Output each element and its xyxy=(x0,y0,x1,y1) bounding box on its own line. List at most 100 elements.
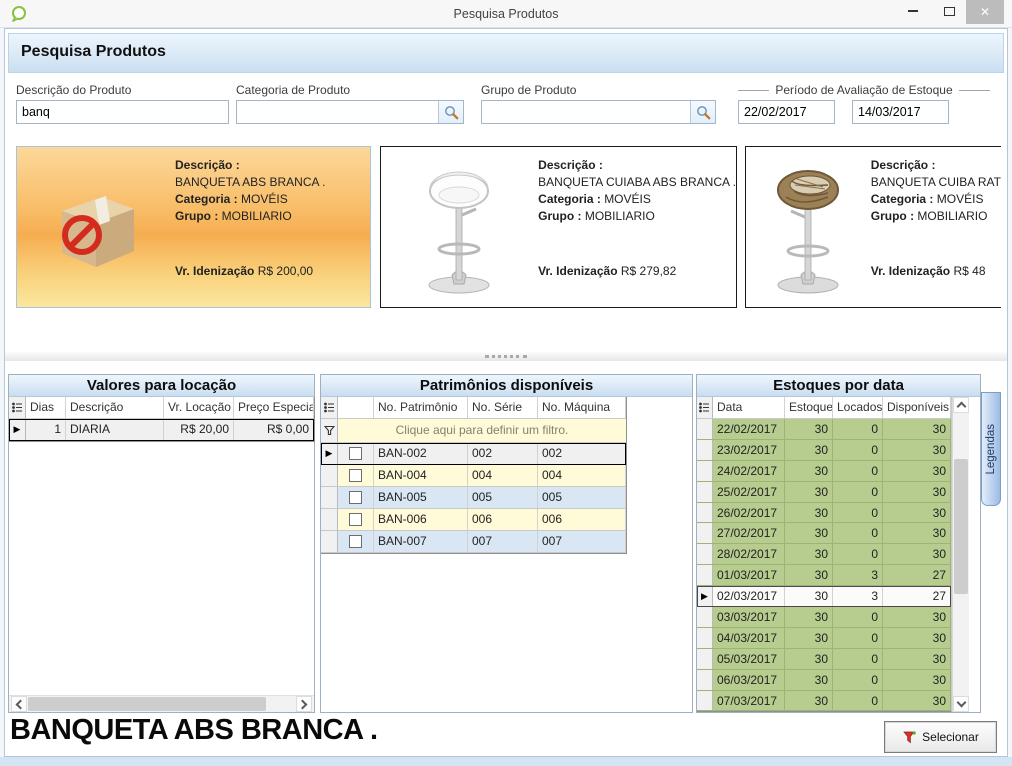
periodo-inicio-field xyxy=(738,100,835,124)
table-row[interactable]: 24/02/201730030 xyxy=(697,461,951,482)
table-row[interactable]: BAN-007007007 xyxy=(321,531,626,553)
table-row[interactable]: BAN-004004004 xyxy=(321,465,626,487)
categoria-search-button[interactable] xyxy=(438,101,463,123)
grid-menu-icon[interactable] xyxy=(9,397,26,418)
table-row[interactable]: ▶02/03/201730327 xyxy=(697,586,951,607)
horizontal-splitter[interactable] xyxy=(5,352,1007,361)
minimize-button[interactable] xyxy=(896,0,930,24)
estoques-grid: Data Estoque Locados Disponíveis 22/02/2… xyxy=(697,397,952,712)
row-indicator xyxy=(697,482,713,502)
column-header[interactable]: Locados xyxy=(833,397,883,418)
periodo-fim-input[interactable] xyxy=(853,101,1012,123)
legendas-tab[interactable]: Legendas xyxy=(981,392,1001,506)
selecionar-button[interactable]: Selecionar xyxy=(884,721,997,753)
valores-panel: Valores para locação Dias Descrição Vr. … xyxy=(8,374,315,713)
scroll-right-button[interactable] xyxy=(296,696,312,712)
scroll-left-button[interactable] xyxy=(11,696,27,712)
table-row[interactable]: 26/02/201730030 xyxy=(697,503,951,524)
product-card[interactable]: Descrição : BANQUETA CUIABA ABS BRANCA .… xyxy=(380,146,737,308)
grupo-produto-field xyxy=(481,100,716,124)
cell-disponiveis: 30 xyxy=(883,440,951,460)
column-header[interactable]: No. Patrimônio xyxy=(374,397,468,418)
cell-locados: 0 xyxy=(833,503,883,523)
no-image-box-icon xyxy=(17,147,175,307)
rattan-stool-image xyxy=(746,147,871,307)
close-button[interactable]: ✕ xyxy=(966,0,1004,24)
checkbox[interactable] xyxy=(349,535,362,548)
table-row[interactable]: 27/02/201730030 xyxy=(697,523,951,544)
categoria-produto-input[interactable] xyxy=(237,101,438,123)
row-checkbox-cell xyxy=(338,443,374,464)
cell-locados: 0 xyxy=(833,628,883,648)
column-header[interactable]: Data xyxy=(713,397,785,418)
filter-row[interactable]: Clique aqui para definir um filtro. xyxy=(321,419,626,443)
table-row[interactable]: ▶BAN-002002002 xyxy=(321,443,626,465)
cell-data: 26/02/2017 xyxy=(713,503,785,523)
column-header[interactable]: Descrição xyxy=(66,397,164,418)
table-row[interactable]: 03/03/201730030 xyxy=(697,607,951,628)
table-row[interactable]: 07/03/201730030 xyxy=(697,691,951,712)
table-row[interactable]: BAN-006006006 xyxy=(321,509,626,531)
table-row[interactable]: 01/03/201730327 xyxy=(697,565,951,586)
grupo-search-button[interactable] xyxy=(690,101,715,123)
grupo-produto-label: Grupo de Produto xyxy=(481,83,576,97)
cell-no-maquina: 006 xyxy=(538,509,626,530)
valores-horizontal-scrollbar[interactable] xyxy=(9,695,314,712)
table-row[interactable]: 05/03/201730030 xyxy=(697,649,951,670)
column-header[interactable]: Disponíveis xyxy=(883,397,951,418)
cell-locados: 3 xyxy=(833,565,883,585)
cell-estoque: 30 xyxy=(785,503,833,523)
cell-locados: 0 xyxy=(833,649,883,669)
column-header[interactable]: Estoque xyxy=(785,397,833,418)
row-indicator: ▶ xyxy=(321,443,338,464)
table-row[interactable]: 25/02/201730030 xyxy=(697,482,951,503)
scrollbar-thumb[interactable] xyxy=(954,459,968,594)
checkbox[interactable] xyxy=(349,491,362,504)
product-card-selected[interactable]: Descrição : BANQUETA ABS BRANCA . Catego… xyxy=(16,146,371,308)
table-row[interactable]: 04/03/201730030 xyxy=(697,628,951,649)
checkbox[interactable] xyxy=(349,469,362,482)
cell-disponiveis: 30 xyxy=(883,503,951,523)
cell-disponiveis: 30 xyxy=(883,670,951,690)
checkbox[interactable] xyxy=(349,447,362,460)
table-row[interactable]: ▶1DIARIAR$ 20,00R$ 0,00 xyxy=(9,419,314,441)
table-row[interactable]: 06/03/201730030 xyxy=(697,670,951,691)
scroll-up-button[interactable] xyxy=(953,397,969,413)
grid-menu-icon[interactable] xyxy=(321,397,338,418)
cell-data: 24/02/2017 xyxy=(713,461,785,481)
cell-data: 27/02/2017 xyxy=(713,523,785,543)
table-row[interactable]: BAN-005005005 xyxy=(321,487,626,509)
scroll-down-button[interactable] xyxy=(953,696,969,712)
filter-prompt[interactable]: Clique aqui para definir um filtro. xyxy=(338,419,626,442)
column-header[interactable]: Vr. Locação xyxy=(164,397,234,418)
checkbox[interactable] xyxy=(349,513,362,526)
cell-disponiveis: 30 xyxy=(883,544,951,564)
cell-preco-especial: R$ 0,00 xyxy=(234,419,314,440)
cell-disponiveis: 30 xyxy=(883,607,951,627)
cell-locados: 0 xyxy=(833,523,883,543)
table-row[interactable]: 28/02/201730030 xyxy=(697,544,951,565)
estoques-vertical-scrollbar[interactable] xyxy=(952,397,969,712)
legendas-tab-label: Legendas xyxy=(985,424,997,475)
cell-locados: 0 xyxy=(833,544,883,564)
grupo-produto-input[interactable] xyxy=(482,101,690,123)
table-row[interactable]: 23/02/201730030 xyxy=(697,440,951,461)
column-header[interactable]: Dias xyxy=(26,397,66,418)
cell-data: 05/03/2017 xyxy=(713,649,785,669)
cell-descricao: DIARIA xyxy=(66,419,164,440)
checkbox-column-header[interactable] xyxy=(338,397,374,418)
table-row[interactable]: 22/02/201730030 xyxy=(697,419,951,440)
cell-estoque: 30 xyxy=(785,482,833,502)
grid-menu-icon[interactable] xyxy=(697,397,713,418)
column-header[interactable]: No. Série xyxy=(468,397,538,418)
row-indicator xyxy=(321,465,338,486)
descricao-produto-input[interactable] xyxy=(17,101,228,123)
cell-no-patrimonio: BAN-004 xyxy=(374,465,468,486)
column-header[interactable]: Preço Especial xyxy=(234,397,314,418)
maximize-button[interactable] xyxy=(932,0,966,24)
selected-product-name: BANQUETA ABS BRANCA . xyxy=(10,714,378,747)
categoria-produto-label: Categoria de Produto xyxy=(236,83,350,97)
product-card-clipped[interactable]: Descrição : BANQUETA CUIBA RAT Categoria… xyxy=(745,146,1001,308)
scrollbar-thumb[interactable] xyxy=(28,697,266,711)
column-header[interactable]: No. Máquina xyxy=(538,397,626,418)
